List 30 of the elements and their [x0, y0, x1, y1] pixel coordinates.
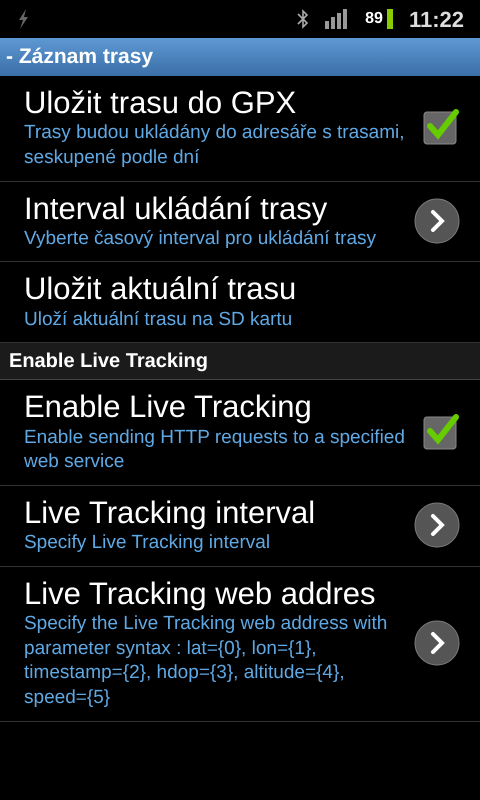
preference-item[interactable]: Uložit trasu do GPX Trasy budou ukládány do adresáře s trasami, seskupené podle dní [0, 76, 480, 182]
battery-icon [386, 9, 393, 29]
item-summary: Enable sending HTTP requests to a specified web service [24, 426, 406, 474]
item-summary: Trasy budou ukládány do adresáře s trasami, seskupené podle dní [24, 121, 406, 170]
item-summary: Specify the Live Tracking web address with parameter syntax : lat={0}, lon={1}, timestamp={2}, hdop={3}, altitude={4}, speed={5} [24, 612, 388, 710]
item-title: Live Tracking interval [24, 494, 316, 532]
clock: 11:22 [408, 6, 464, 34]
checkbox[interactable] [422, 108, 460, 146]
preference-item[interactable]: Live Tracking interval Specify Live Tracking interval [0, 486, 480, 567]
preference-item[interactable]: Interval ukládání trasy Vyberte časový interval pro ukládání trasy [0, 182, 480, 262]
chevron-button[interactable] [414, 502, 460, 548]
preference-item[interactable]: Live Tracking web addres Specify the Live Tracking web address with parameter syntax : lat={0}, lon={1}, timestamp={2}, hdop={3}, altitude={4}, speed={5} [0, 566, 480, 722]
battery-level: 89 [365, 9, 383, 29]
item-title: Uložit trasu do GPX [24, 84, 298, 122]
flash-icon [16, 9, 30, 29]
preference-item[interactable]: Enable Live Tracking Enable sending HTTP requests to a specified web service [0, 380, 480, 486]
chevron-button[interactable] [414, 620, 460, 666]
chevron-button[interactable] [414, 198, 460, 244]
checkbox[interactable] [422, 412, 460, 451]
item-summary: Uloží aktuální trasu na SD kartu [24, 308, 294, 332]
item-title: Uložit aktuální trasu [24, 270, 298, 308]
item-summary: Vyberte časový interval pro ukládání trasy [24, 226, 378, 251]
item-title: Interval ukládání trasy [24, 190, 328, 227]
item-summary: Specify Live Tracking interval [24, 531, 272, 556]
item-title: Live Tracking web addres [24, 574, 377, 612]
signal-icon [325, 9, 350, 29]
bluetooth-icon [297, 8, 310, 30]
item-title: Enable Live Tracking [24, 388, 313, 426]
section-header: Enable Live Tracking [0, 343, 480, 380]
screen-title: - Záznam trasy [0, 38, 480, 76]
